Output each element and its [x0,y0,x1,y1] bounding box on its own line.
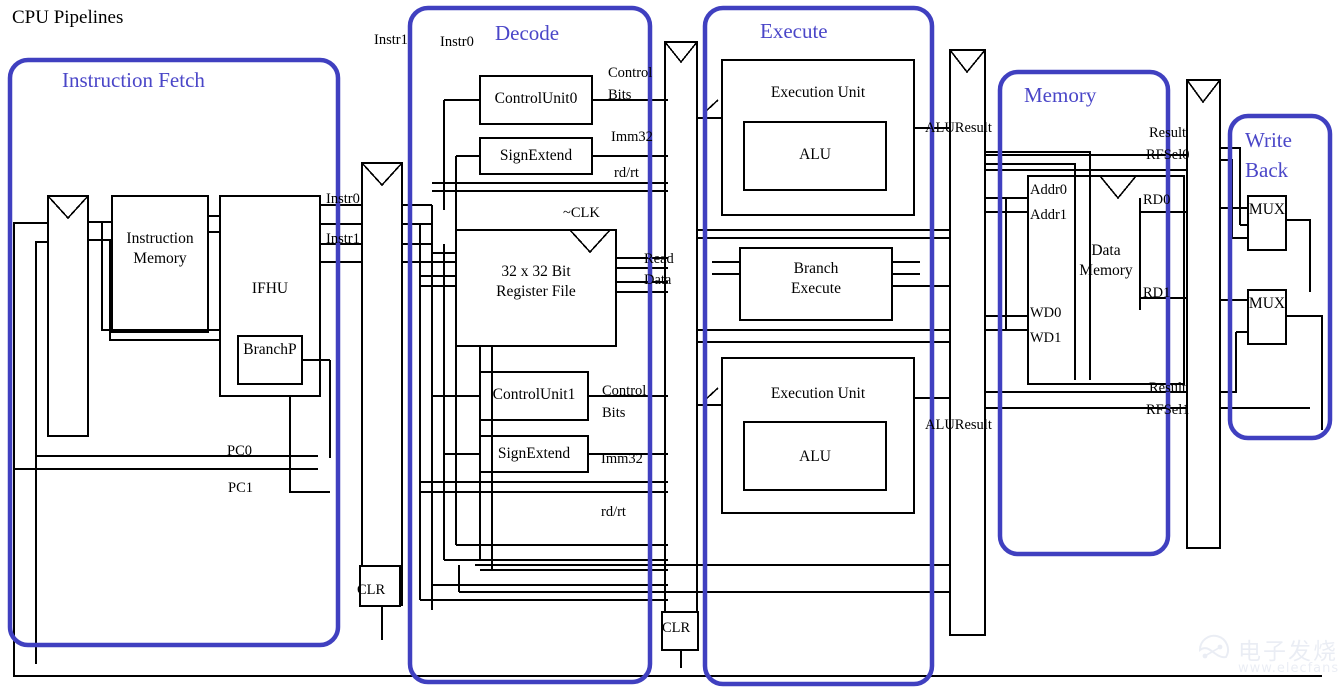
block-branch-execute-line1: Branch [793,260,839,277]
block-alu-0: ALU [799,146,831,163]
block-mux-1: MUX [1248,295,1286,312]
signal-rf-sel-0: RFSel0 [1146,147,1190,163]
block-instruction-memory-line1: Instruction [126,230,194,247]
signal-control-bits-0-line2: Bits [608,87,632,103]
block-ifhu: IFHU [251,280,289,297]
signal-alu-result-1: ALUResult [925,417,992,433]
stage-title-write-back-line1: Write [1245,128,1292,152]
signal-control-bits-0-line1: Control [608,65,653,81]
stage-title-decode: Decode [495,21,560,45]
signal-rf-sel-1: RFSel1 [1146,402,1190,418]
signal-rd-rt-0: rd/rt [614,165,639,181]
block-execution-unit-0: Execution Unit [770,84,866,101]
signal-result-0: Result [1149,125,1187,141]
signal-imm32-0: Imm32 [611,129,653,145]
block-control-unit-0: ControlUnit0 [494,90,578,107]
signal-addr0: Addr0 [1030,182,1068,198]
signal-control-bits-1-line2: Bits [602,405,626,421]
block-data-memory-line1: Data [1091,242,1121,259]
signal-wd0: WD0 [1030,305,1062,321]
signal-wd1: WD1 [1030,330,1062,346]
block-execution-unit-1: Execution Unit [770,385,866,402]
signal-rd-rt-1: rd/rt [601,504,626,520]
signal-rd1: RD1 [1143,285,1171,301]
block-mux-0: MUX [1248,201,1286,218]
signal-control-bits-1-line1: Control [602,383,647,399]
stage-box-execute [702,5,935,687]
signal-addr1: Addr1 [1030,207,1068,223]
block-sign-extend-1: SignExtend [497,445,571,462]
block-branch-predictor: BranchP [243,341,297,358]
signal-clk: ~CLK [563,205,600,221]
signal-pc1: PC1 [228,480,253,496]
page-title: CPU Pipelines [12,7,124,28]
block-alu-1: ALU [799,448,831,465]
signal-rd0: RD0 [1143,192,1171,208]
block-register-file-line1: 32 x 32 Bit [501,263,571,280]
watermark-logo-icon [1198,634,1229,659]
stage-title-write-back-line2: Back [1245,158,1289,182]
stage-title-memory: Memory [1024,83,1097,107]
signal-clr-if: CLR [357,582,386,598]
stage-title-execute: Execute [760,19,828,43]
block-branch-execute-line2: Execute [791,280,841,297]
stage-box-decode [407,5,653,685]
signal-instr1-left: Instr1 [374,32,408,48]
stage-outline-layer [7,5,1333,687]
signal-instr1-reg: Instr1 [326,231,360,247]
signal-read-data-line1: Read [644,251,674,267]
signal-instr0-decode: Instr0 [440,34,474,50]
signal-clr-id: CLR [662,620,691,636]
block-control-unit-1: ControlUnit1 [492,386,576,403]
signal-result-1: Result [1149,380,1187,396]
block-sign-extend-0: SignExtend [499,147,573,164]
signal-instr0-reg: Instr0 [326,191,360,207]
block-data-memory-line2: Memory [1079,262,1133,279]
signal-alu-result-0: ALUResult [925,120,992,136]
signal-pc0: PC0 [227,443,252,459]
block-register-file-line2: Register File [496,283,576,300]
stage-title-instruction-fetch: Instruction Fetch [62,68,205,92]
block-instruction-memory-line2: Memory [133,250,187,267]
cpu-pipeline-diagram: CPU Pipelines Instruction Fetch Decode E… [0,0,1338,698]
signal-imm32-1: Imm32 [601,451,643,467]
watermark-url: www.elecfans.com [1238,661,1338,676]
signal-read-data-line2: Data [644,272,672,288]
stage-box-memory [997,69,1171,557]
